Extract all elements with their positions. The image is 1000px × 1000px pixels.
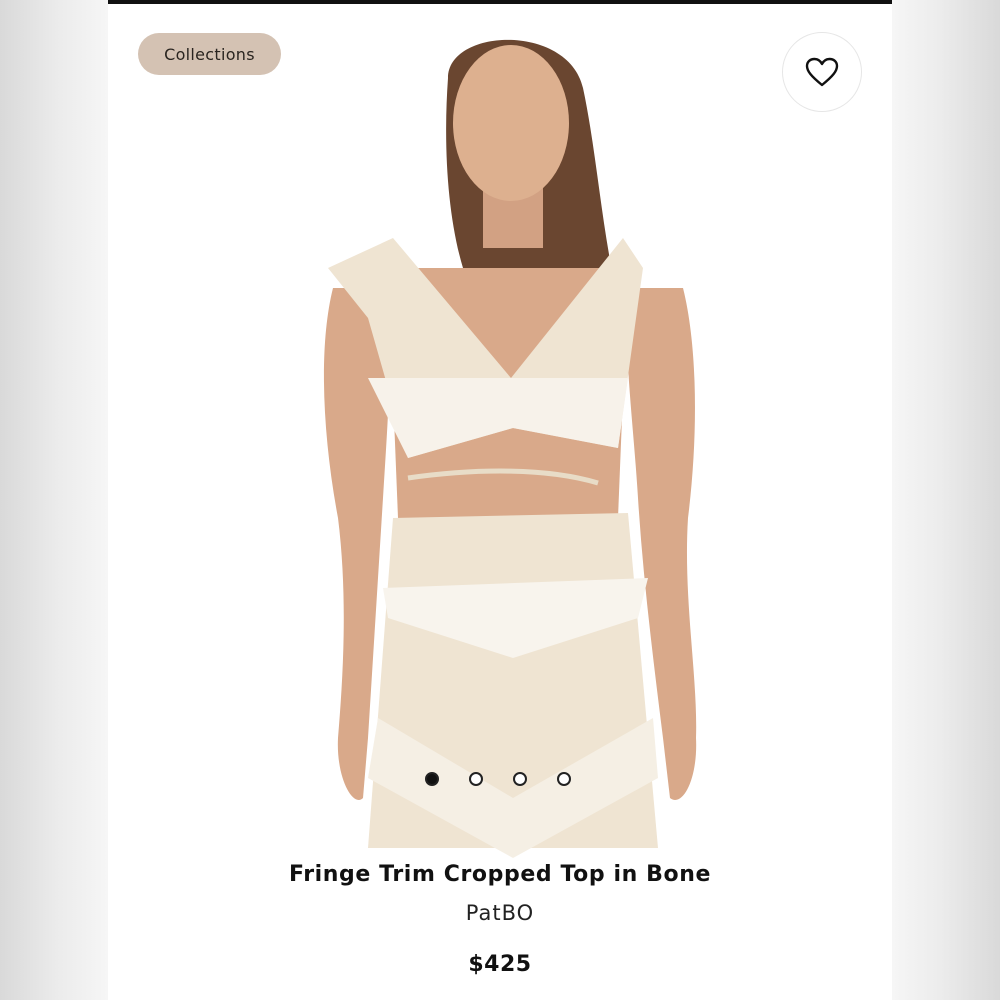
pagination-dot-1[interactable] (425, 772, 439, 786)
screen: Collections Fringe Trim Cropped Top in B… (0, 0, 1000, 1000)
product-brand[interactable]: PatBO (108, 901, 892, 925)
pagination-dot-3[interactable] (513, 772, 527, 786)
collections-button[interactable]: Collections (138, 33, 281, 75)
product-price: $425 (468, 952, 532, 977)
heart-icon (805, 57, 839, 87)
favorite-button[interactable] (782, 32, 862, 112)
product-image[interactable] (298, 18, 718, 858)
image-pagination (425, 772, 571, 786)
face-shape (453, 45, 569, 201)
pagination-dot-2[interactable] (469, 772, 483, 786)
pagination-dot-4[interactable] (557, 772, 571, 786)
collections-label: Collections (164, 44, 255, 64)
product-card: Collections Fringe Trim Cropped Top in B… (108, 4, 892, 1000)
product-title[interactable]: Fringe Trim Cropped Top in Bone (108, 862, 892, 887)
